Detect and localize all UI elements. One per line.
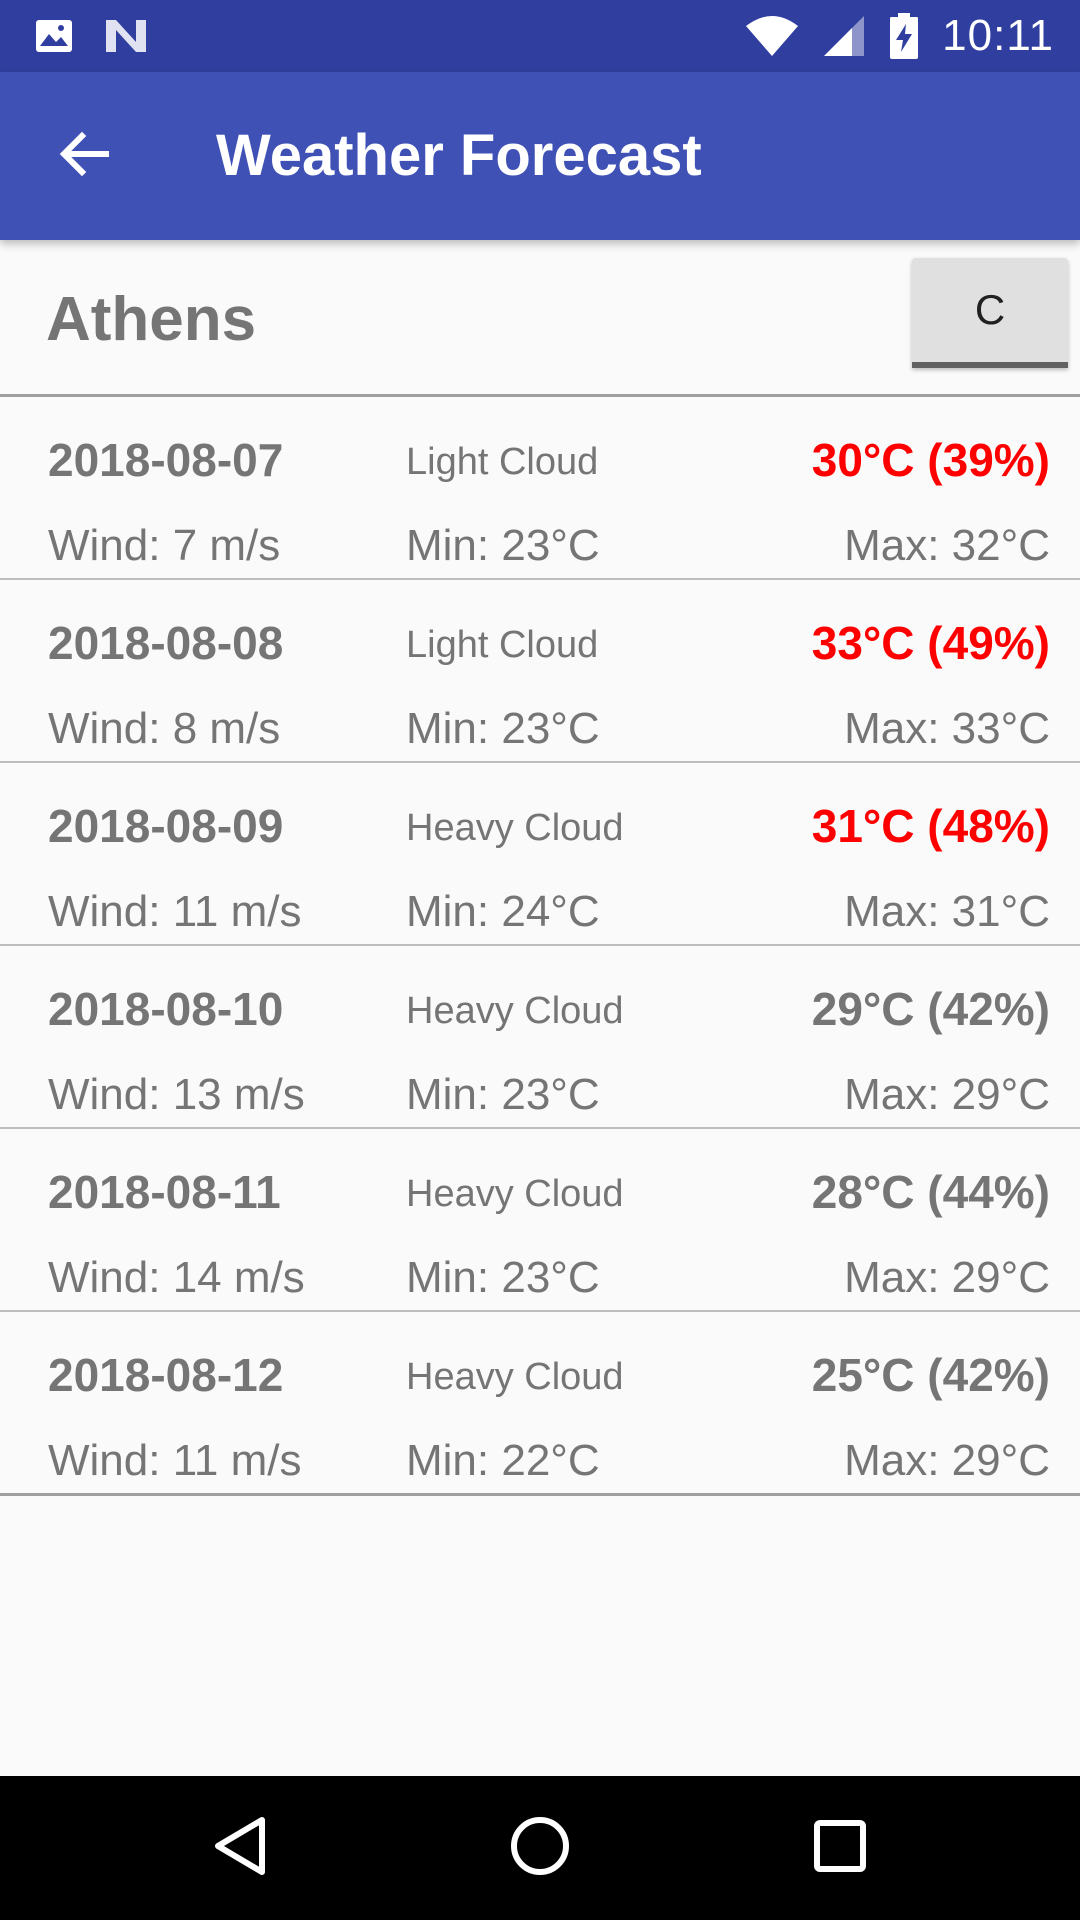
forecast-date: 2018-08-08 [48,617,284,669]
forecast-min: Min: 23°C [406,1253,600,1302]
forecast-min: Min: 23°C [406,704,600,753]
forecast-temperature: 30°C (39%) [811,434,1050,486]
forecast-description: Light Cloud [406,624,599,666]
forecast-row[interactable]: 2018-08-08 Light Cloud 33°C (49%) Wind: … [0,580,1080,763]
nav-back-button[interactable] [170,1776,310,1920]
forecast-max: Max: 31°C [844,887,1050,936]
forecast-date: 2018-08-07 [48,434,284,486]
forecast-min: Min: 24°C [406,887,600,936]
forecast-min: Min: 22°C [406,1436,600,1485]
forecast-wind: Wind: 7 m/s [48,521,281,570]
forecast-wind: Wind: 8 m/s [48,704,281,753]
forecast-date: 2018-08-11 [48,1166,281,1218]
forecast-row[interactable]: 2018-08-12 Heavy Cloud 25°C (42%) Wind: … [0,1312,1080,1496]
forecast-wind: Wind: 11 m/s [48,1436,302,1485]
app-bar: Weather Forecast [0,72,1080,240]
forecast-row[interactable]: 2018-08-10 Heavy Cloud 29°C (42%) Wind: … [0,946,1080,1129]
forecast-max: Max: 32°C [844,521,1050,570]
forecast-temperature: 33°C (49%) [811,617,1050,669]
nav-home-button[interactable] [470,1776,610,1920]
back-button[interactable] [46,118,122,194]
forecast-row[interactable]: 2018-08-11 Heavy Cloud 28°C (44%) Wind: … [0,1129,1080,1312]
forecast-list: 2018-08-07 Light Cloud 30°C (39%) Wind: … [0,397,1080,1496]
forecast-description: Heavy Cloud [406,990,624,1032]
forecast-row[interactable]: 2018-08-07 Light Cloud 30°C (39%) Wind: … [0,397,1080,580]
nav-recents-button[interactable] [770,1776,910,1920]
forecast-temperature: 28°C (44%) [811,1166,1050,1218]
forecast-description: Heavy Cloud [406,807,624,849]
forecast-description: Heavy Cloud [406,1173,624,1215]
forecast-wind: Wind: 14 m/s [48,1253,305,1302]
n-icon [104,16,148,56]
status-bar: 10:11 [0,0,1080,72]
forecast-temperature: 31°C (48%) [811,800,1050,852]
city-name: Athens [46,285,257,354]
nav-recents-icon [812,1818,868,1879]
forecast-description: Heavy Cloud [406,1356,624,1398]
battery-charging-icon [888,12,920,60]
unit-toggle-button[interactable]: C [912,258,1068,368]
nav-home-icon [508,1814,572,1883]
forecast-date: 2018-08-09 [48,800,284,852]
forecast-row[interactable]: 2018-08-09 Heavy Cloud 31°C (48%) Wind: … [0,763,1080,946]
image-icon [34,16,74,56]
forecast-date: 2018-08-12 [48,1349,284,1401]
forecast-wind: Wind: 11 m/s [48,887,302,936]
forecast-temperature: 25°C (42%) [811,1349,1050,1401]
city-header: Athens C [0,240,1080,397]
status-bar-notifications [34,16,148,56]
status-time: 10:11 [942,11,1054,60]
forecast-description: Light Cloud [406,441,599,483]
status-bar-system: 10:11 [744,0,1054,72]
cell-signal-icon [822,14,866,58]
forecast-max: Max: 33°C [844,704,1050,753]
nav-back-icon [210,1814,270,1883]
forecast-temperature: 29°C (42%) [811,983,1050,1035]
arrow-back-icon [58,128,110,185]
forecast-date: 2018-08-10 [48,983,284,1035]
forecast-min: Min: 23°C [406,521,600,570]
navigation-bar [0,1776,1080,1920]
wifi-icon [744,14,800,58]
forecast-max: Max: 29°C [844,1436,1050,1485]
forecast-max: Max: 29°C [844,1070,1050,1119]
forecast-max: Max: 29°C [844,1253,1050,1302]
forecast-wind: Wind: 13 m/s [48,1070,305,1119]
forecast-min: Min: 23°C [406,1070,600,1119]
page-title: Weather Forecast [216,123,702,188]
